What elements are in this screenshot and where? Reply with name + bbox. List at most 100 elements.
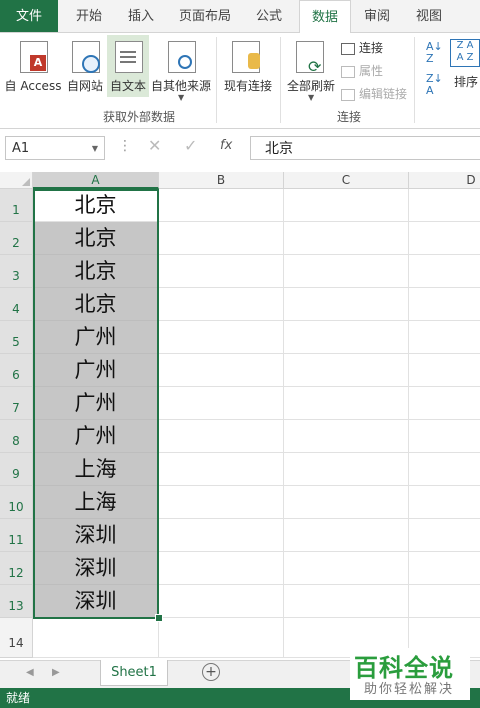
cell-b13[interactable]	[159, 585, 284, 618]
cell-b4[interactable]	[159, 288, 284, 321]
cell-c11[interactable]	[284, 519, 409, 552]
cell-a11[interactable]: 深圳	[33, 519, 159, 552]
name-box[interactable]: A1 ▼	[5, 136, 105, 160]
scroll-right-icon[interactable]: ▶	[52, 667, 60, 678]
cell-b10[interactable]	[159, 486, 284, 519]
row-header-10[interactable]: 10	[0, 486, 33, 519]
cell-b2[interactable]	[159, 222, 284, 255]
row-header-3[interactable]: 3	[0, 255, 33, 288]
row-header-1[interactable]: 1	[0, 189, 33, 222]
row-header-14[interactable]: 14	[0, 618, 33, 658]
add-sheet-button[interactable]: +	[202, 663, 220, 681]
cell-d2[interactable]	[409, 222, 480, 255]
cell-c5[interactable]	[284, 321, 409, 354]
cell-c10[interactable]	[284, 486, 409, 519]
cell-c2[interactable]	[284, 222, 409, 255]
row-header-7[interactable]: 7	[0, 387, 33, 420]
cell-a3[interactable]: 北京	[33, 255, 159, 288]
edit-links-button[interactable]: 编辑链接	[341, 85, 407, 102]
cell-c12[interactable]	[284, 552, 409, 585]
cell-d6[interactable]	[409, 354, 480, 387]
sort-za-icon[interactable]: Z↓ A	[426, 73, 443, 97]
cell-b1[interactable]	[159, 189, 284, 222]
tab-file[interactable]: 文件	[0, 0, 58, 32]
tab-insert[interactable]: 插入	[118, 0, 164, 32]
chevron-down-icon[interactable]: ▼	[92, 137, 98, 161]
enter-icon[interactable]: ✓	[184, 136, 197, 155]
from-access-button[interactable]: A 自 Access	[4, 37, 62, 95]
cell-b9[interactable]	[159, 453, 284, 486]
cell-a10[interactable]: 上海	[33, 486, 159, 519]
cell-d9[interactable]	[409, 453, 480, 486]
cell-d1[interactable]	[409, 189, 480, 222]
cell-c13[interactable]	[284, 585, 409, 618]
formula-input[interactable]: 北京	[250, 136, 480, 160]
cell-d3[interactable]	[409, 255, 480, 288]
sort-button[interactable]: 排序	[454, 73, 478, 90]
cell-a12[interactable]: 深圳	[33, 552, 159, 585]
cell-b6[interactable]	[159, 354, 284, 387]
cell-c9[interactable]	[284, 453, 409, 486]
row-header-13[interactable]: 13	[0, 585, 33, 618]
tab-data[interactable]: 数据	[299, 0, 351, 34]
cell-d5[interactable]	[409, 321, 480, 354]
cell-d11[interactable]	[409, 519, 480, 552]
tab-formulas[interactable]: 公式	[246, 0, 292, 32]
row-header-12[interactable]: 12	[0, 552, 33, 585]
cell-a8[interactable]: 广州	[33, 420, 159, 453]
cell-c7[interactable]	[284, 387, 409, 420]
select-all-button[interactable]	[0, 172, 33, 189]
cell-c6[interactable]	[284, 354, 409, 387]
cell-a2[interactable]: 北京	[33, 222, 159, 255]
cell-c8[interactable]	[284, 420, 409, 453]
cell-b5[interactable]	[159, 321, 284, 354]
from-other-sources-button[interactable]: 自其他来源 ▼	[150, 37, 212, 107]
more-options-icon[interactable]: ⋮	[118, 138, 132, 154]
tab-page-layout[interactable]: 页面布局	[172, 0, 238, 32]
cell-b7[interactable]	[159, 387, 284, 420]
from-text-button[interactable]: 自文本	[107, 35, 149, 97]
column-header-a[interactable]: A	[33, 172, 159, 189]
cell-b14[interactable]	[159, 618, 284, 658]
cell-b8[interactable]	[159, 420, 284, 453]
row-header-2[interactable]: 2	[0, 222, 33, 255]
cell-b11[interactable]	[159, 519, 284, 552]
connections-button[interactable]: 连接	[341, 39, 383, 56]
row-header-11[interactable]: 11	[0, 519, 33, 552]
sheet-tab-sheet1[interactable]: Sheet1	[100, 660, 168, 686]
row-header-6[interactable]: 6	[0, 354, 33, 387]
properties-button[interactable]: 属性	[341, 62, 383, 79]
row-header-9[interactable]: 9	[0, 453, 33, 486]
cell-b12[interactable]	[159, 552, 284, 585]
cell-d13[interactable]	[409, 585, 480, 618]
cell-b3[interactable]	[159, 255, 284, 288]
cell-a4[interactable]: 北京	[33, 288, 159, 321]
cell-a14[interactable]	[33, 618, 159, 658]
cell-a9[interactable]: 上海	[33, 453, 159, 486]
from-web-button[interactable]: 自网站	[64, 37, 106, 95]
cell-c3[interactable]	[284, 255, 409, 288]
row-header-4[interactable]: 4	[0, 288, 33, 321]
row-header-8[interactable]: 8	[0, 420, 33, 453]
cell-d8[interactable]	[409, 420, 480, 453]
tab-review[interactable]: 审阅	[354, 0, 400, 32]
cell-a13[interactable]: 深圳	[33, 585, 159, 618]
cell-a6[interactable]: 广州	[33, 354, 159, 387]
cell-d10[interactable]	[409, 486, 480, 519]
fill-handle[interactable]	[155, 614, 163, 622]
column-header-b[interactable]: B	[159, 172, 284, 189]
cell-d7[interactable]	[409, 387, 480, 420]
scroll-left-icon[interactable]: ◀	[26, 667, 34, 678]
existing-connections-button[interactable]: 现有连接	[220, 37, 276, 95]
insert-function-button[interactable]: fx	[220, 138, 232, 153]
refresh-all-button[interactable]: ⟳ 全部刷新 ▼	[284, 37, 338, 107]
cell-a1[interactable]: 北京	[33, 189, 159, 222]
cell-c4[interactable]	[284, 288, 409, 321]
row-header-5[interactable]: 5	[0, 321, 33, 354]
sort-az-icon[interactable]: A↓ Z	[426, 41, 443, 65]
cell-d4[interactable]	[409, 288, 480, 321]
tab-view[interactable]: 视图	[406, 0, 452, 32]
cell-d12[interactable]	[409, 552, 480, 585]
tab-home[interactable]: 开始	[66, 0, 112, 32]
cell-a5[interactable]: 广州	[33, 321, 159, 354]
